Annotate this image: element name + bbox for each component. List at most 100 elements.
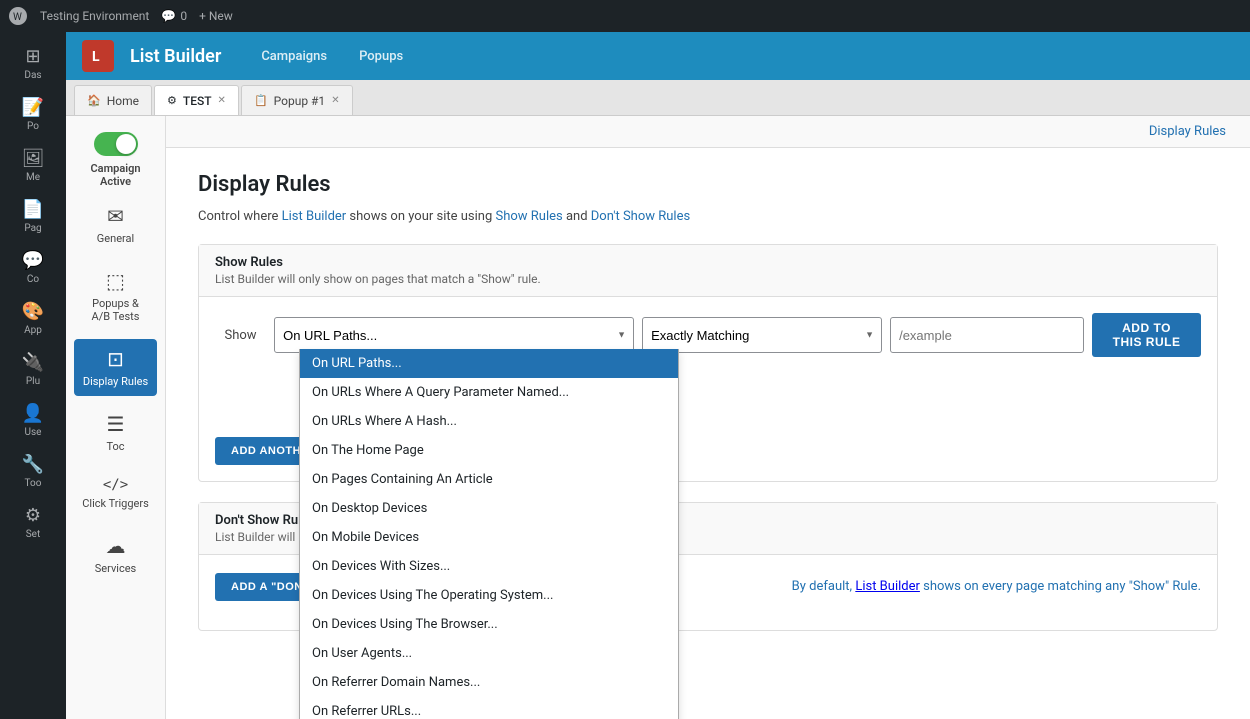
dropdown-item-mobile[interactable]: On Mobile Devices bbox=[300, 523, 678, 552]
page-title: Display Rules bbox=[198, 172, 1218, 197]
plugin-area: L List Builder Campaigns Popups 🏠 Home ⚙… bbox=[66, 32, 1250, 719]
breadcrumb-link[interactable]: Display Rules bbox=[1149, 124, 1226, 139]
dropdown-item-operating-system[interactable]: On Devices Using The Operating System... bbox=[300, 581, 678, 610]
dropdown-item-user-agents[interactable]: On User Agents... bbox=[300, 639, 678, 668]
site-name[interactable]: Testing Environment bbox=[40, 9, 149, 23]
dropdown-item-hash[interactable]: On URLs Where A Hash... bbox=[300, 407, 678, 436]
side-panel-toc[interactable]: ☰ Toc bbox=[74, 404, 157, 461]
comments-icon: 💬 bbox=[22, 250, 44, 271]
show-rule-row: Show On URL Paths... Exactly Matching bbox=[215, 313, 1201, 357]
side-panel-click-triggers[interactable]: </> Click Triggers bbox=[74, 469, 157, 518]
plugin-title: List Builder bbox=[130, 46, 221, 67]
sidebar-item-plugins[interactable]: 🔌 Plu bbox=[0, 346, 66, 393]
default-text: By default, List Builder shows on every … bbox=[792, 571, 1201, 602]
show-rules-title: Show Rules bbox=[215, 255, 1201, 270]
side-panel-general[interactable]: ✉ General bbox=[74, 196, 157, 253]
test-tab-icon: ⚙ bbox=[167, 94, 177, 107]
show-rules-header: Show Rules List Builder will only show o… bbox=[199, 245, 1217, 297]
campaign-toggle-wrapper: Campaign Active bbox=[74, 132, 157, 188]
comment-icon: 💬 bbox=[161, 9, 176, 23]
match-select-wrapper: Exactly Matching bbox=[642, 317, 882, 353]
content-area: Display Rules Display Rules Control wher… bbox=[166, 116, 1250, 719]
media-icon: 🖼 bbox=[22, 148, 45, 169]
dropdown-item-referrer-domain[interactable]: On Referrer Domain Names... bbox=[300, 668, 678, 697]
campaign-active-label: Campaign Active bbox=[74, 162, 157, 188]
desc-showrules-link[interactable]: Show Rules bbox=[495, 209, 562, 224]
campaign-active-toggle[interactable] bbox=[94, 132, 138, 156]
show-rules-body: Show On URL Paths... Exactly Matching bbox=[199, 297, 1217, 481]
settings-icon: ⚙ bbox=[25, 505, 41, 526]
page-description: Control where List Builder shows on your… bbox=[198, 209, 1218, 224]
comments-link[interactable]: 💬 0 bbox=[161, 9, 187, 23]
main-split: Campaign Active ✉ General ⬚ Popups & A/B… bbox=[66, 116, 1250, 719]
sidebar-item-tools[interactable]: 🔧 Too bbox=[0, 448, 66, 495]
topbar: W Testing Environment 💬 0 + New bbox=[0, 0, 1250, 32]
nav-campaigns[interactable]: Campaigns bbox=[245, 41, 343, 72]
dropdown-item-url-paths[interactable]: On URL Paths... bbox=[300, 349, 678, 378]
add-to-rule-button[interactable]: ADD TO THIS RULE bbox=[1092, 313, 1201, 357]
breadcrumb-bar: Display Rules bbox=[166, 116, 1250, 148]
dropdown-item-referrer-urls[interactable]: On Referrer URLs... bbox=[300, 697, 678, 719]
tools-icon: 🔧 bbox=[22, 454, 44, 475]
tab-home[interactable]: 🏠 Home bbox=[74, 85, 152, 115]
posts-icon: 📝 bbox=[22, 97, 44, 118]
click-triggers-icon: </> bbox=[103, 477, 128, 493]
side-panel-popups-ab[interactable]: ⬚ Popups & A/B Tests bbox=[74, 261, 157, 331]
side-panel-services[interactable]: ☁ Services bbox=[74, 526, 157, 583]
show-rules-desc: List Builder will only show on pages tha… bbox=[215, 272, 1201, 286]
popup1-tab-close[interactable]: ✕ bbox=[331, 95, 339, 106]
show-rules-section: Show Rules List Builder will only show o… bbox=[198, 244, 1218, 482]
nav-popups[interactable]: Popups bbox=[343, 41, 419, 72]
popups-ab-icon: ⬚ bbox=[106, 269, 125, 293]
dropdown-item-browser[interactable]: On Devices Using The Browser... bbox=[300, 610, 678, 639]
popup1-tab-icon: 📋 bbox=[254, 94, 268, 107]
sidebar-item-users[interactable]: 👤 Use bbox=[0, 397, 66, 444]
url-paths-select[interactable]: On URL Paths... bbox=[274, 317, 634, 353]
wp-logo[interactable]: W bbox=[8, 6, 28, 26]
sidebar-item-media[interactable]: 🖼 Me bbox=[0, 142, 66, 189]
url-select-wrapper: On URL Paths... bbox=[274, 317, 634, 353]
main-layout: ⊞ Das 📝 Po 🖼 Me 📄 Pag 💬 Co 🎨 App 🔌 Plu � bbox=[0, 32, 1250, 719]
show-label: Show bbox=[215, 328, 266, 343]
side-panel: Campaign Active ✉ General ⬚ Popups & A/B… bbox=[66, 116, 166, 719]
new-content[interactable]: + New bbox=[199, 9, 233, 23]
test-tab-close[interactable]: ✕ bbox=[218, 95, 226, 106]
general-icon: ✉ bbox=[107, 204, 124, 228]
appearance-icon: 🎨 bbox=[22, 301, 44, 322]
desc-dontshow-link[interactable]: Don't Show Rules bbox=[591, 209, 690, 224]
svg-text:W: W bbox=[13, 12, 22, 23]
tabs-bar: 🏠 Home ⚙ TEST ✕ 📋 Popup #1 ✕ bbox=[66, 80, 1250, 116]
sidebar-item-settings[interactable]: ⚙ Set bbox=[0, 499, 66, 546]
plugin-header: L List Builder Campaigns Popups bbox=[66, 32, 1250, 80]
side-panel-display-rules[interactable]: ⊡ Display Rules bbox=[74, 339, 157, 396]
tab-popup1[interactable]: 📋 Popup #1 ✕ bbox=[241, 85, 353, 115]
users-icon: 👤 bbox=[22, 403, 44, 424]
url-dropdown: On URL Paths... On URLs Where A Query Pa… bbox=[299, 349, 679, 719]
sidebar-item-appearance[interactable]: 🎨 App bbox=[0, 295, 66, 342]
pages-icon: 📄 bbox=[22, 199, 44, 220]
exactly-matching-select[interactable]: Exactly Matching bbox=[642, 317, 882, 353]
dropdown-item-desktop[interactable]: On Desktop Devices bbox=[300, 494, 678, 523]
sidebar-item-comments[interactable]: 💬 Co bbox=[0, 244, 66, 291]
url-input[interactable] bbox=[890, 317, 1084, 353]
dropdown-item-device-sizes[interactable]: On Devices With Sizes... bbox=[300, 552, 678, 581]
dropdown-item-home-page[interactable]: On The Home Page bbox=[300, 436, 678, 465]
home-tab-icon: 🏠 bbox=[87, 94, 101, 107]
plugin-nav: Campaigns Popups bbox=[245, 41, 419, 72]
svg-text:L: L bbox=[92, 49, 100, 65]
display-rules-icon: ⊡ bbox=[107, 347, 124, 371]
sidebar-item-posts[interactable]: 📝 Po bbox=[0, 91, 66, 138]
services-icon: ☁ bbox=[106, 534, 126, 558]
dont-show-listbuilder-link[interactable]: List Builder bbox=[855, 579, 920, 594]
content-inner: Display Rules Control where List Builder… bbox=[166, 148, 1250, 675]
dropdown-item-article[interactable]: On Pages Containing An Article bbox=[300, 465, 678, 494]
tab-test[interactable]: ⚙ TEST ✕ bbox=[154, 85, 239, 115]
sidebar-item-dashboard[interactable]: ⊞ Das bbox=[0, 40, 66, 87]
wp-sidebar: ⊞ Das 📝 Po 🖼 Me 📄 Pag 💬 Co 🎨 App 🔌 Plu � bbox=[0, 32, 66, 719]
plugin-logo: L bbox=[82, 40, 114, 72]
dashboard-icon: ⊞ bbox=[25, 46, 40, 67]
dropdown-item-query-param[interactable]: On URLs Where A Query Parameter Named... bbox=[300, 378, 678, 407]
sidebar-item-pages[interactable]: 📄 Pag bbox=[0, 193, 66, 240]
desc-listbuilder-link[interactable]: List Builder bbox=[282, 209, 347, 224]
toc-icon: ☰ bbox=[107, 412, 125, 436]
